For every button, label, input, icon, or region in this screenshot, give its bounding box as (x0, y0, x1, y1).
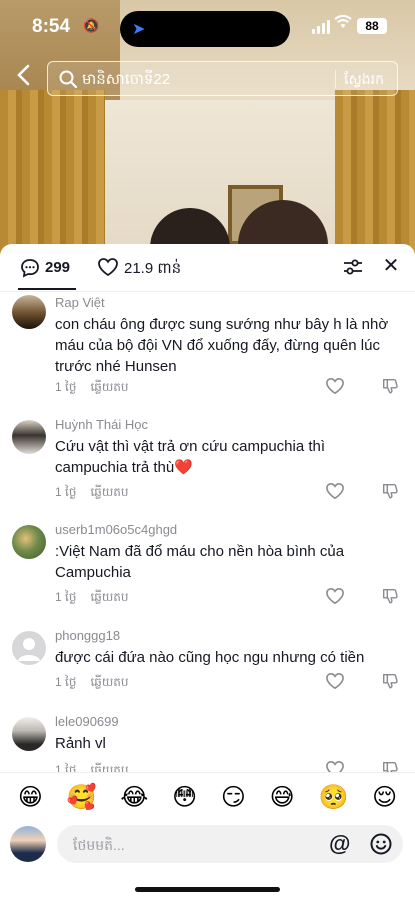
comment-meta: 1 ថ្ងៃ ឆ្លើយតប (55, 379, 129, 397)
cellular-signal-icon (312, 20, 330, 34)
video-curtain-left (0, 90, 105, 260)
comment-text: con cháu ông được sung sướng như bây h l… (55, 316, 389, 375)
comment-bubble-icon[interactable] (20, 258, 40, 278)
status-time: 8:54 (32, 16, 71, 37)
like-heart-icon[interactable] (325, 760, 345, 772)
comment-text: được cái đứa nào cũng học ngu nhưng có t… (55, 649, 365, 666)
avatar[interactable] (12, 717, 46, 751)
reply-button[interactable]: ឆ្លើយតប (90, 379, 128, 397)
video-curtain-right (335, 90, 415, 260)
comment-username[interactable]: Rap Việt (55, 295, 105, 310)
reply-button[interactable]: ឆ្លើយតប (90, 484, 128, 502)
reply-button[interactable]: ឆ្លើយតប (90, 589, 128, 607)
like-heart-icon[interactable] (325, 482, 345, 500)
comments-tab-indicator (18, 288, 76, 290)
comment-username[interactable]: Huỳnh Thái Học (55, 417, 148, 432)
comment-meta: 1 ថ្ងៃ ឆ្លើយតប (55, 484, 129, 502)
dislike-icon[interactable] (381, 377, 399, 395)
like-heart-icon[interactable] (325, 377, 345, 395)
emoji-pleading-button[interactable]: 🥺 (318, 783, 348, 811)
dynamic-island: ➤ (120, 11, 290, 47)
avatar[interactable] (12, 295, 46, 329)
comment-composer: ថែមមតិ... @ (0, 820, 415, 870)
like-heart-icon[interactable] (325, 672, 345, 690)
close-icon[interactable]: ✕ (380, 255, 402, 277)
emoji-picker-icon[interactable] (369, 832, 393, 856)
dislike-icon[interactable] (381, 672, 399, 690)
home-indicator[interactable] (135, 887, 280, 892)
battery-indicator: 88 (357, 18, 387, 34)
status-bar: 8:54 🔕 ➤ 88 (0, 0, 415, 56)
emoji-quick-row: 😁 🥰 😂 😳 😏 😅 🥺 😌 (0, 772, 415, 820)
search-submit-button[interactable]: ស្វែងរក (344, 70, 384, 91)
like-count: 21.9 ពាន់ (124, 260, 182, 277)
comment-time: 1 ថ្ងៃ (55, 675, 77, 689)
comment-text: Cứu vật thì vật trả ơn cứu campuchia thì… (55, 438, 326, 476)
reply-button[interactable]: ឆ្លើយតប (90, 674, 128, 692)
comment-time: 1 ថ្ងៃ (55, 590, 77, 604)
search-icon (59, 70, 78, 89)
comment-meta: 1 ថ្ងៃ ឆ្លើយតប (55, 762, 129, 772)
comment-username[interactable]: phonggg18 (55, 628, 120, 643)
back-arrow-icon[interactable] (10, 64, 36, 92)
avatar[interactable] (12, 420, 46, 454)
dislike-icon[interactable] (381, 482, 399, 500)
avatar[interactable] (12, 631, 46, 665)
heart-icon[interactable] (97, 257, 119, 277)
comment-meta: 1 ថ្ងៃ ឆ្លើយតប (55, 674, 129, 692)
comment-input[interactable]: ថែមមតិ... @ (57, 825, 403, 863)
comment-time: 1 ថ្ងៃ (55, 485, 77, 499)
comment-list[interactable]: Rap Việt con cháu ông được sung sướng nh… (0, 292, 415, 772)
mention-at-icon[interactable]: @ (329, 831, 350, 857)
emoji-joy-button[interactable]: 😂 (120, 783, 148, 811)
emoji-relieved-button[interactable]: 😌 (372, 783, 397, 811)
emoji-hearts-button[interactable]: 🥰 (67, 783, 97, 811)
dislike-icon[interactable] (381, 760, 399, 772)
search-divider (335, 70, 336, 88)
emoji-sweat-smile-button[interactable]: 😅 (270, 783, 295, 811)
comment-username[interactable]: userb1m06o5c4ghgd (55, 522, 177, 537)
comment-count: 299 (45, 259, 71, 276)
comment-time: 1 ថ្ងៃ (55, 763, 77, 772)
comment-text: Rảnh vl (55, 735, 106, 752)
search-query-text: មានិសាចោទី22 (82, 71, 171, 88)
like-heart-icon[interactable] (325, 587, 345, 605)
comments-header: 299 21.9 ពាន់ ✕ (0, 244, 415, 292)
my-avatar[interactable] (10, 826, 46, 862)
wifi-icon (334, 15, 352, 34)
emoji-smirk-button[interactable]: 😏 (221, 783, 246, 811)
dislike-icon[interactable] (381, 587, 399, 605)
silent-bell-icon: 🔕 (83, 18, 100, 33)
comment-username[interactable]: lele090699 (55, 714, 119, 729)
emoji-grin-button[interactable]: 😁 (18, 783, 43, 811)
search-input[interactable]: មានិសាចោទី22 ស្វែងរក (47, 61, 398, 96)
comment-input-placeholder: ថែមមតិ... (73, 837, 125, 853)
comment-time: 1 ថ្ងៃ (55, 380, 77, 394)
comments-sheet: 299 21.9 ពាន់ ✕ Rap Việt con cháu ông đư… (0, 244, 415, 900)
filter-sliders-icon[interactable] (342, 257, 364, 277)
comment-meta: 1 ថ្ងៃ ឆ្លើយតប (55, 589, 129, 607)
emoji-flushed-button[interactable]: 😳 (172, 783, 197, 811)
default-avatar-icon (18, 638, 40, 661)
location-arrow-icon: ➤ (132, 21, 146, 38)
reply-button[interactable]: ឆ្លើយតប (90, 762, 128, 772)
comment-text: :Việt Nam đã đổ máu cho nền hòa bình của… (55, 543, 345, 581)
avatar[interactable] (12, 525, 46, 559)
